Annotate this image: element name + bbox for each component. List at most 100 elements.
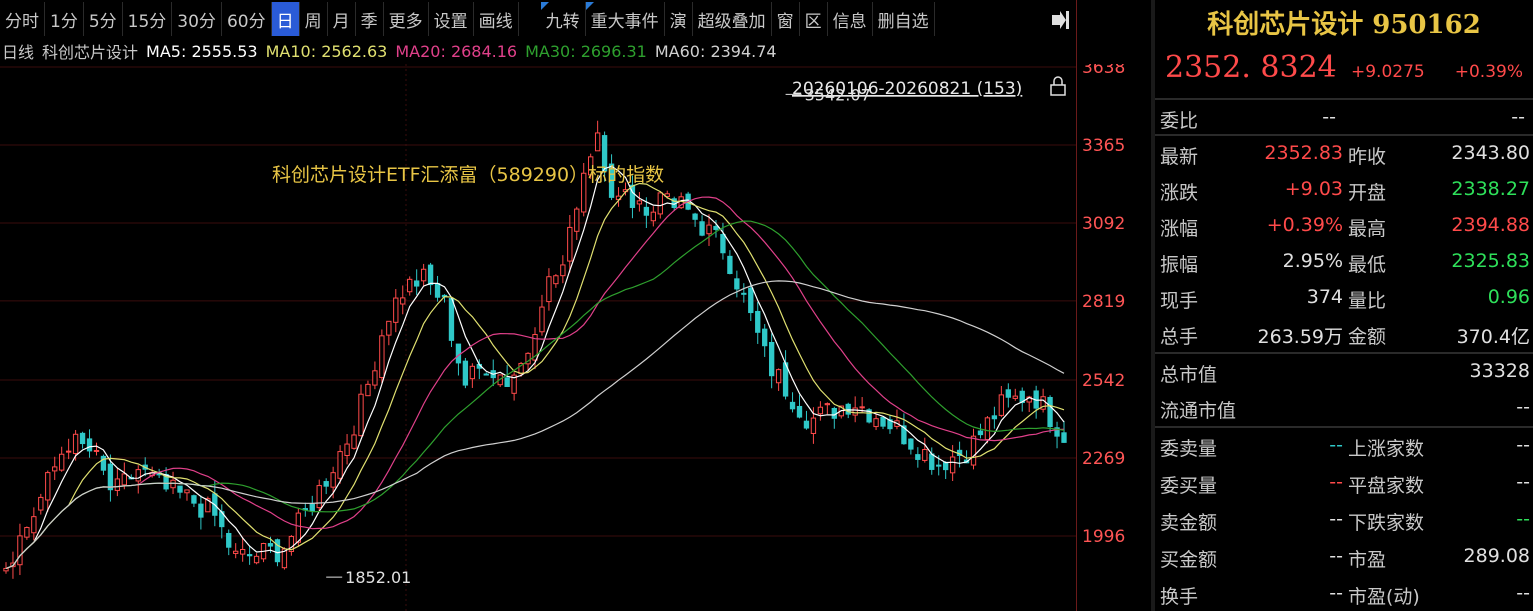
- nine-turn-button[interactable]: 九转: [540, 2, 586, 36]
- candle-body: [998, 394, 1005, 416]
- candle-body: [295, 512, 302, 543]
- tab-monthly[interactable]: 月: [328, 2, 356, 36]
- candle-body: [706, 224, 712, 235]
- candle-body: [330, 472, 336, 488]
- remove-favorite-button[interactable]: 删自选: [873, 2, 935, 36]
- major-events-button[interactable]: 重大事件: [585, 2, 665, 36]
- tab-5min[interactable]: 5分: [84, 2, 123, 36]
- quote-value-right: 0.96: [1487, 286, 1530, 308]
- index-name-label: 科创芯片设计: [42, 43, 139, 62]
- y-tick-label: 2269: [1082, 449, 1125, 469]
- tab-quarterly[interactable]: 季: [356, 2, 384, 36]
- candle-body: [1012, 395, 1018, 399]
- quote-label-right: 最高: [1348, 218, 1387, 240]
- order-value-left: --: [1329, 545, 1343, 567]
- tab-daily[interactable]: 日: [271, 2, 300, 36]
- candle-body: [386, 320, 392, 336]
- candle-body: [469, 365, 476, 380]
- info-button[interactable]: 信息: [828, 2, 873, 36]
- candle-body: [455, 343, 462, 364]
- tab-1min[interactable]: 1分: [45, 2, 84, 36]
- candlestick-chart[interactable]: 3638336530922819254222691996 20260106-20…: [0, 64, 1150, 611]
- tab-60min[interactable]: 60分: [222, 2, 272, 36]
- quote-label-left: 振幅: [1160, 254, 1199, 276]
- candle-body: [121, 473, 127, 486]
- tab-intraday[interactable]: 分时: [0, 2, 45, 36]
- candle-body: [191, 495, 197, 504]
- quote-label-left: 涨幅: [1160, 218, 1199, 240]
- lock-icon[interactable]: [1050, 76, 1066, 96]
- candle-body: [713, 225, 719, 230]
- ma20-label: MA20: 2684.16: [395, 41, 518, 61]
- order-label-right: 上涨家数: [1348, 438, 1425, 460]
- panel-title: 科创芯片设计 950162: [1207, 10, 1481, 40]
- quote-label-left: 最新: [1160, 146, 1199, 168]
- window-button[interactable]: 窗: [772, 2, 800, 36]
- candle-body: [636, 200, 643, 205]
- quote-value-right: 2325.83: [1451, 250, 1530, 272]
- candles: [3, 120, 1067, 579]
- draw-line-button[interactable]: 画线: [474, 2, 519, 36]
- candle-body: [309, 503, 315, 512]
- candle-body: [775, 369, 782, 384]
- candle-body: [699, 221, 705, 236]
- ma5-label: MA5: 2555.53: [146, 41, 258, 61]
- candle-body: [859, 406, 865, 409]
- tab-weekly[interactable]: 周: [300, 2, 328, 36]
- quote-value-left: 2.95%: [1282, 250, 1343, 272]
- candle-body: [720, 234, 726, 254]
- candle-body: [845, 403, 851, 415]
- candle-body: [253, 555, 260, 564]
- collapse-panel-icon[interactable]: [1046, 6, 1074, 34]
- quote-value-left: 374: [1306, 286, 1343, 308]
- replay-button[interactable]: 演: [665, 2, 693, 36]
- quote-label-right: 最低: [1348, 254, 1387, 276]
- candle-body: [741, 292, 747, 295]
- candle-body: [594, 132, 601, 152]
- market-cap-value: 33328: [1469, 360, 1530, 382]
- ma60-line: [5, 280, 1065, 570]
- range-button[interactable]: 区: [800, 2, 828, 36]
- candle-body: [24, 527, 30, 538]
- candle-body: [114, 478, 121, 491]
- tab-more[interactable]: 更多: [384, 2, 429, 36]
- candle-body: [734, 278, 740, 290]
- order-value-left: --: [1329, 508, 1343, 530]
- quote-label-right: 昨收: [1348, 146, 1387, 168]
- quote-label-left: 现手: [1160, 290, 1199, 312]
- candle-body: [59, 453, 65, 471]
- candle-body: [414, 280, 420, 287]
- quote-label-left: 涨跌: [1160, 182, 1199, 204]
- candle-body: [93, 449, 100, 452]
- candle-body: [755, 310, 761, 333]
- tab-15min[interactable]: 15分: [123, 2, 173, 36]
- ma-legend: 日线 科创芯片设计 MA5: 2555.53 MA10: 2562.63 MA2…: [0, 38, 1079, 64]
- order-label-right: 平盘家数: [1348, 475, 1425, 497]
- ma20-line: [5, 196, 1065, 570]
- candle-body: [372, 370, 378, 386]
- settings-button[interactable]: 设置: [429, 2, 474, 36]
- candle-body: [427, 264, 434, 286]
- candle-body: [483, 373, 489, 376]
- index-annotation: 科创芯片设计ETF汇添富（589290）标的指数: [272, 164, 664, 186]
- candle-body: [379, 335, 385, 379]
- candle-body: [38, 496, 44, 511]
- tab-30min[interactable]: 30分: [172, 2, 222, 36]
- order-label-left: 换手: [1160, 586, 1199, 608]
- candle-body: [970, 435, 977, 466]
- float-cap-label: 流通市值: [1160, 400, 1237, 422]
- quote-label-right: 量比: [1348, 290, 1387, 312]
- ma-lines: [5, 165, 1065, 570]
- candle-body: [943, 461, 949, 471]
- candle-body: [810, 417, 817, 434]
- candle-body: [560, 264, 566, 277]
- candle-body: [803, 420, 810, 429]
- candle-body: [65, 450, 72, 453]
- candle-body: [246, 554, 253, 557]
- candle-body: [407, 278, 413, 293]
- super-overlay-button[interactable]: 超级叠加: [693, 2, 772, 36]
- candle-body: [344, 443, 350, 457]
- candle-body: [323, 481, 329, 487]
- weibi-label: 委比: [1160, 110, 1199, 132]
- quote-label-right: 开盘: [1348, 182, 1387, 204]
